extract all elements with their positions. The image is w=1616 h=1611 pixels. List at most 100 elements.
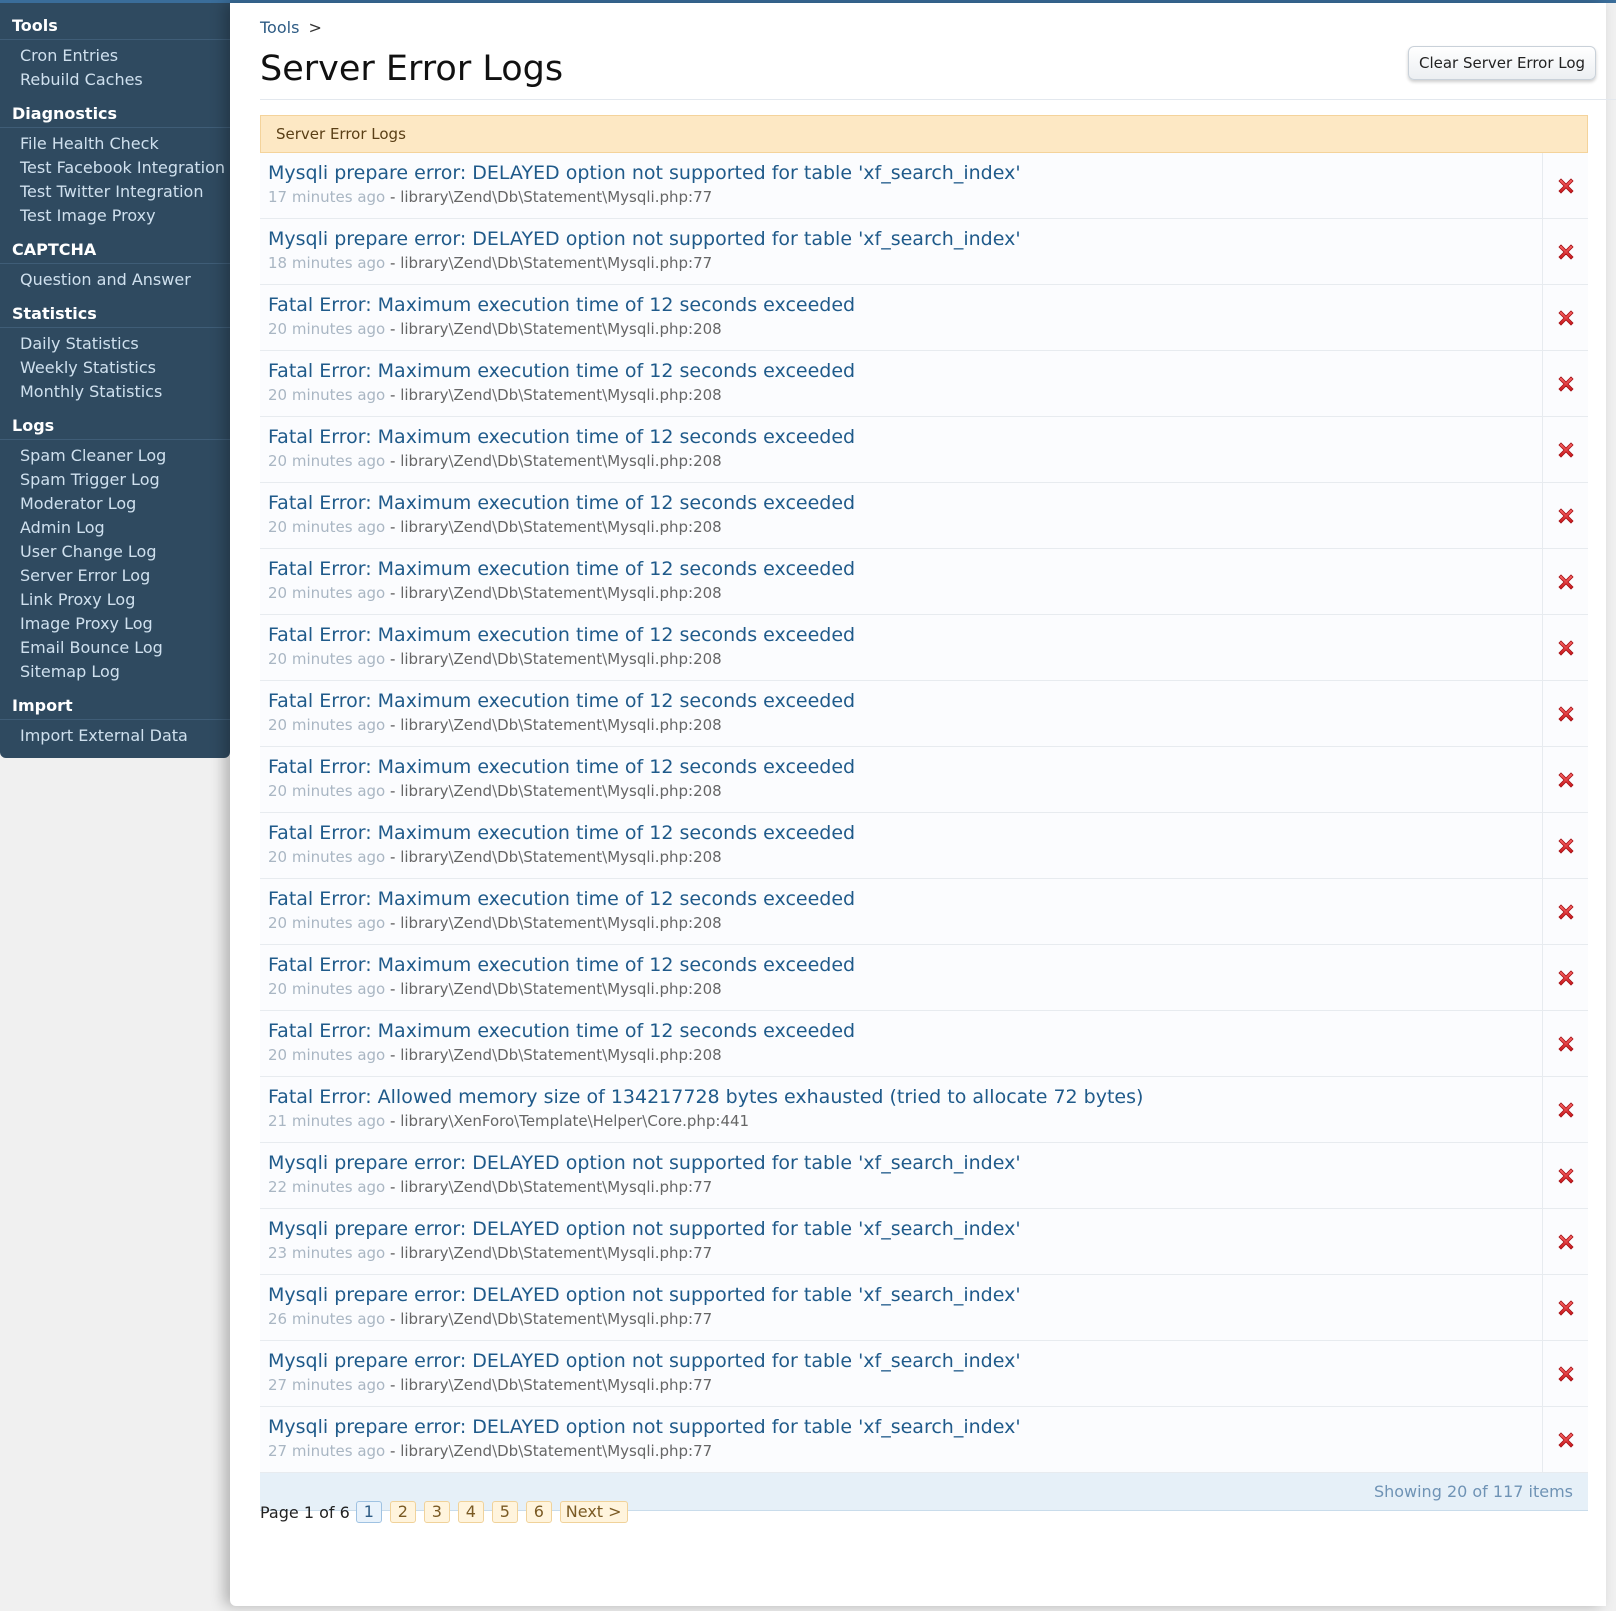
delete-log-button[interactable]	[1542, 219, 1588, 284]
delete-log-button[interactable]	[1542, 681, 1588, 746]
log-meta-separator: -	[390, 452, 396, 470]
log-time: 20 minutes ago	[268, 914, 386, 932]
sidebar-item[interactable]: Question and Answer	[0, 268, 230, 292]
delete-log-button[interactable]	[1542, 483, 1588, 548]
log-message-link[interactable]: Fatal Error: Maximum execution time of 1…	[268, 294, 855, 316]
sidebar-item[interactable]: Admin Log	[0, 516, 230, 540]
delete-log-button[interactable]	[1542, 1011, 1588, 1076]
page-5-button[interactable]: 5	[491, 1501, 518, 1523]
log-row: Fatal Error: Maximum execution time of 1…	[260, 417, 1588, 483]
log-message-link[interactable]: Mysqli prepare error: DELAYED option not…	[268, 1284, 1021, 1306]
clear-server-error-log-button[interactable]: Clear Server Error Log	[1408, 46, 1597, 80]
page-1-button[interactable]: 1	[355, 1501, 382, 1523]
sidebar-item[interactable]: Weekly Statistics	[0, 356, 230, 380]
delete-log-button[interactable]	[1542, 879, 1588, 944]
log-message-link[interactable]: Fatal Error: Allowed memory size of 1342…	[268, 1086, 1143, 1108]
delete-log-button[interactable]	[1542, 417, 1588, 482]
log-message-link[interactable]: Fatal Error: Maximum execution time of 1…	[268, 426, 855, 448]
page-2-button[interactable]: 2	[389, 1501, 416, 1523]
log-message-link[interactable]: Mysqli prepare error: DELAYED option not…	[268, 228, 1021, 250]
log-message-link[interactable]: Fatal Error: Maximum execution time of 1…	[268, 888, 855, 910]
log-message-link[interactable]: Mysqli prepare error: DELAYED option not…	[268, 1350, 1021, 1372]
log-message-link[interactable]: Mysqli prepare error: DELAYED option not…	[268, 162, 1021, 184]
log-meta: 20 minutes ago - library\Zend\Db\Stateme…	[268, 386, 855, 404]
log-meta-separator: -	[390, 782, 396, 800]
log-message-link[interactable]: Fatal Error: Maximum execution time of 1…	[268, 558, 855, 580]
sidebar-item[interactable]: Spam Trigger Log	[0, 468, 230, 492]
log-message-link[interactable]: Fatal Error: Maximum execution time of 1…	[268, 756, 855, 778]
delete-log-button[interactable]	[1542, 1407, 1588, 1472]
sidebar-item[interactable]: Server Error Log	[0, 564, 230, 588]
log-time: 20 minutes ago	[268, 848, 386, 866]
sidebar-item[interactable]: Test Image Proxy	[0, 204, 230, 228]
sidebar-item[interactable]: Cron Entries	[0, 44, 230, 68]
delete-log-button[interactable]	[1542, 813, 1588, 878]
delete-log-button[interactable]	[1542, 351, 1588, 416]
sidebar-item[interactable]: Email Bounce Log	[0, 636, 230, 660]
log-row: Fatal Error: Maximum execution time of 1…	[260, 747, 1588, 813]
log-meta: 26 minutes ago - library\Zend\Db\Stateme…	[268, 1310, 1021, 1328]
delete-log-button[interactable]	[1542, 1275, 1588, 1340]
sidebar-item[interactable]: File Health Check	[0, 132, 230, 156]
log-meta-separator: -	[390, 1442, 396, 1460]
sidebar-item[interactable]: Rebuild Caches	[0, 68, 230, 92]
log-meta-separator: -	[390, 1376, 396, 1394]
delete-log-button[interactable]	[1542, 1341, 1588, 1406]
delete-log-button[interactable]	[1542, 747, 1588, 812]
log-meta: 20 minutes ago - library\Zend\Db\Stateme…	[268, 782, 855, 800]
delete-log-button[interactable]	[1542, 1209, 1588, 1274]
main-content: Tools > Server Error Logs Clear Server E…	[230, 3, 1616, 1606]
log-meta: 20 minutes ago - library\Zend\Db\Stateme…	[268, 1046, 855, 1064]
sidebar-item[interactable]: Test Twitter Integration	[0, 180, 230, 204]
sidebar-item[interactable]: Test Facebook Integration	[0, 156, 230, 180]
sidebar-item[interactable]: Import External Data	[0, 724, 230, 748]
log-row: Fatal Error: Maximum execution time of 1…	[260, 483, 1588, 549]
sidebar-item[interactable]: Monthly Statistics	[0, 380, 230, 404]
delete-log-button[interactable]	[1542, 615, 1588, 680]
sidebar-item[interactable]: User Change Log	[0, 540, 230, 564]
sidebar-item[interactable]: Moderator Log	[0, 492, 230, 516]
log-meta: 20 minutes ago - library\Zend\Db\Stateme…	[268, 584, 855, 602]
log-time: 20 minutes ago	[268, 650, 386, 668]
log-message-link[interactable]: Fatal Error: Maximum execution time of 1…	[268, 360, 855, 382]
log-message-link[interactable]: Mysqli prepare error: DELAYED option not…	[268, 1416, 1021, 1438]
log-message-link[interactable]: Fatal Error: Maximum execution time of 1…	[268, 690, 855, 712]
next-page-button[interactable]: Next >	[559, 1501, 628, 1523]
log-message-link[interactable]: Fatal Error: Maximum execution time of 1…	[268, 954, 855, 976]
log-entry: Mysqli prepare error: DELAYED option not…	[268, 1284, 1021, 1328]
log-file: library\XenForo\Template\Helper\Core.php…	[400, 1112, 750, 1130]
log-message-link[interactable]: Fatal Error: Maximum execution time of 1…	[268, 492, 855, 514]
sidebar-item[interactable]: Link Proxy Log	[0, 588, 230, 612]
title-divider	[260, 99, 1616, 100]
log-meta-separator: -	[390, 1046, 396, 1064]
log-entry: Mysqli prepare error: DELAYED option not…	[268, 1416, 1021, 1460]
delete-log-button[interactable]	[1542, 285, 1588, 350]
breadcrumb-tools-link[interactable]: Tools	[260, 18, 299, 37]
delete-log-button[interactable]	[1542, 1143, 1588, 1208]
sidebar-item[interactable]: Image Proxy Log	[0, 612, 230, 636]
log-message-link[interactable]: Fatal Error: Maximum execution time of 1…	[268, 822, 855, 844]
sidebar-item[interactable]: Daily Statistics	[0, 332, 230, 356]
log-time: 20 minutes ago	[268, 782, 386, 800]
sidebar-section: Import Import External Data	[0, 696, 230, 748]
log-message-link[interactable]: Fatal Error: Maximum execution time of 1…	[268, 1020, 855, 1042]
page-3-button[interactable]: 3	[423, 1501, 450, 1523]
log-entry: Fatal Error: Maximum execution time of 1…	[268, 1020, 855, 1064]
log-time: 26 minutes ago	[268, 1310, 386, 1328]
log-meta: 20 minutes ago - library\Zend\Db\Stateme…	[268, 452, 855, 470]
delete-log-button[interactable]	[1542, 153, 1588, 218]
page-6-button[interactable]: 6	[525, 1501, 552, 1523]
log-message-link[interactable]: Mysqli prepare error: DELAYED option not…	[268, 1152, 1021, 1174]
delete-log-button[interactable]	[1542, 945, 1588, 1010]
delete-log-button[interactable]	[1542, 1077, 1588, 1142]
log-row: Fatal Error: Maximum execution time of 1…	[260, 615, 1588, 681]
log-file: library\Zend\Db\Statement\Mysqli.php:77	[400, 1178, 713, 1196]
log-file: library\Zend\Db\Statement\Mysqli.php:77	[400, 1442, 713, 1460]
log-message-link[interactable]: Mysqli prepare error: DELAYED option not…	[268, 1218, 1021, 1240]
sidebar-item[interactable]: Spam Cleaner Log	[0, 444, 230, 468]
log-message-link[interactable]: Fatal Error: Maximum execution time of 1…	[268, 624, 855, 646]
page-4-button[interactable]: 4	[457, 1501, 484, 1523]
log-entry: Fatal Error: Maximum execution time of 1…	[268, 360, 855, 404]
delete-log-button[interactable]	[1542, 549, 1588, 614]
sidebar-item[interactable]: Sitemap Log	[0, 660, 230, 684]
